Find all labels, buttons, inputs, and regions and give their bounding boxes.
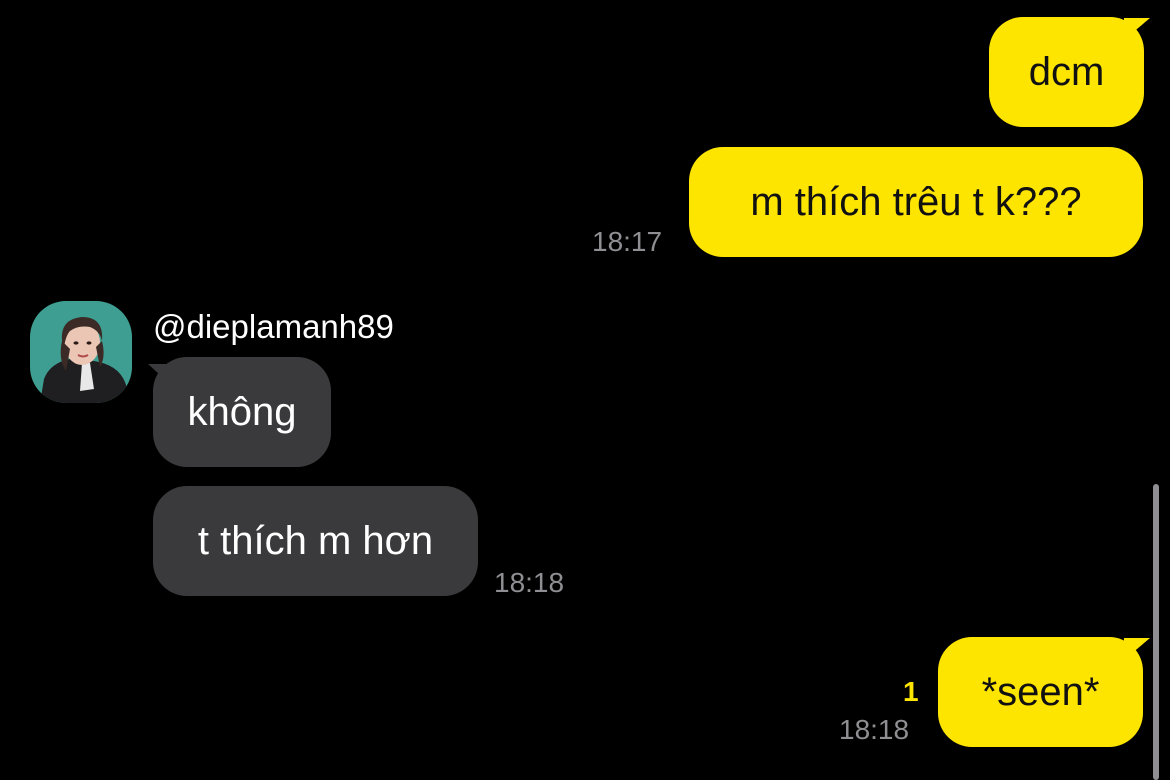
message-text: t thích m hơn — [197, 518, 434, 563]
sender-username[interactable]: @dieplamanh89 — [153, 308, 394, 346]
outgoing-message-bubble[interactable]: m thích trêu t k??? — [689, 147, 1143, 257]
incoming-message-bubble[interactable]: không — [153, 357, 331, 467]
message-text: không — [187, 389, 297, 434]
avatar-image — [30, 301, 132, 403]
contact-avatar[interactable] — [30, 301, 132, 403]
message-text: *seen* — [981, 669, 1100, 714]
outgoing-message-bubble[interactable]: *seen* — [938, 637, 1143, 747]
message-timestamp: 18:18 — [494, 567, 565, 598]
outgoing-message-bubble[interactable]: dcm — [989, 17, 1144, 127]
message-timestamp: 18:17 — [592, 226, 663, 257]
message-text: m thích trêu t k??? — [750, 179, 1082, 224]
unread-count-badge: 1 — [903, 676, 919, 707]
incoming-message-bubble[interactable]: t thích m hơn — [153, 486, 478, 596]
scrollbar[interactable] — [1153, 484, 1159, 780]
message-text: dcm — [1028, 49, 1105, 94]
message-timestamp: 18:18 — [839, 714, 910, 745]
